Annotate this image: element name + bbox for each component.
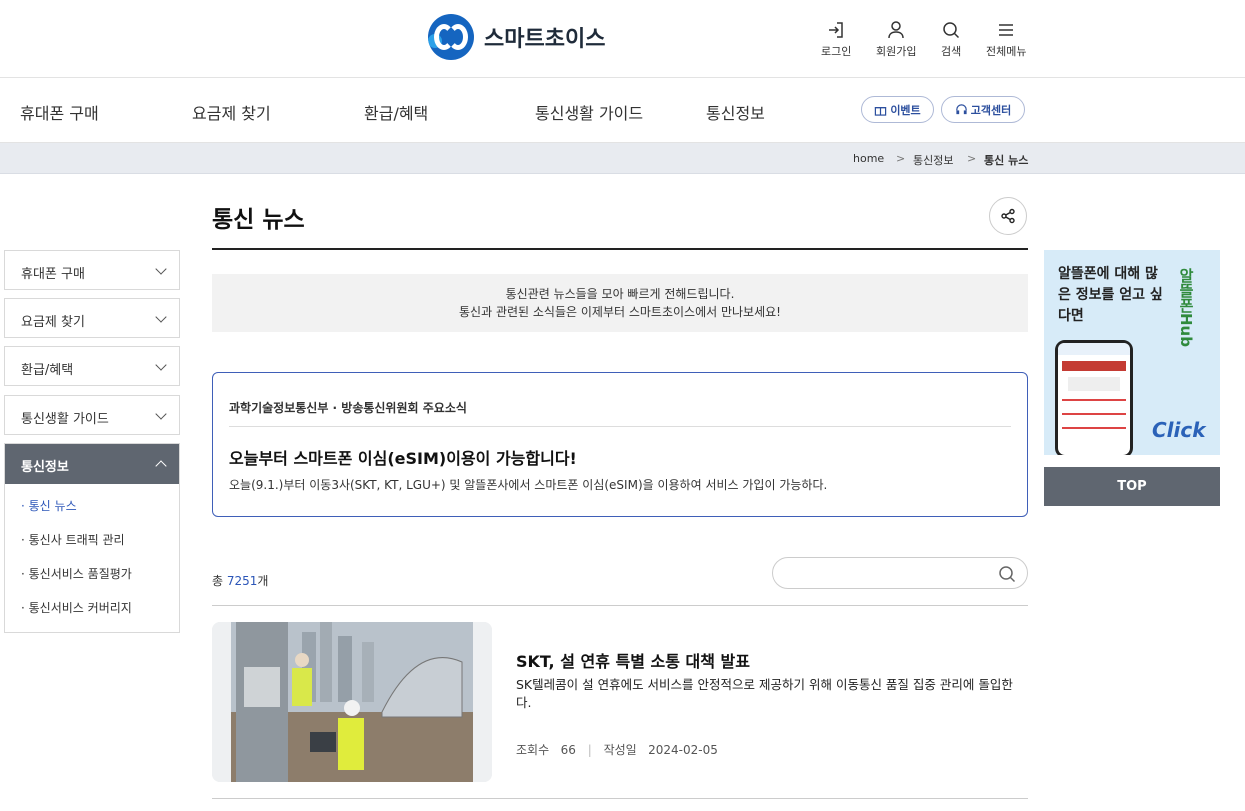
views-label: 조회수 [516,743,550,757]
notice-card[interactable]: 과학기술정보통신부 · 방송통신위원회 주요소식 오늘부터 스마트폰 이심(eS… [212,372,1028,517]
total-count: 총 7251개 [212,574,269,588]
chevron-down-icon [155,359,167,371]
gnb-item-guide[interactable]: 통신생활 가이드 [535,100,643,124]
share-button[interactable] [989,197,1027,235]
logo-mark-icon [428,14,474,60]
sidebar-item-guide[interactable]: 통신생활 가이드 [4,395,180,435]
sidebar-item-label: 휴대폰 구매 [21,267,85,282]
all-menu-label: 전체메뉴 [986,45,1027,58]
chevron-up-icon [155,460,167,472]
breadcrumb-current: 통신 뉴스 [984,154,1029,167]
search-input[interactable] [772,557,1028,589]
chevron-down-icon [155,311,167,323]
sidebar-item-label: 통신정보 [21,460,69,475]
breadcrumb-info[interactable]: 통신정보 [913,152,953,168]
signup-link[interactable]: 회원가입 [876,20,916,59]
global-nav: 휴대폰 구매 요금제 찾기 환급/혜택 통신생활 가이드 통신정보 이벤트 고객… [0,78,1245,143]
phone-illustration-icon [1055,340,1133,455]
article-date: 2024-02-05 [648,743,718,757]
search-label: 검색 [941,45,962,58]
page-title: 통신 뉴스 [212,207,305,233]
breadcrumb: home > 통신정보 > 통신 뉴스 [0,143,1245,174]
sidebar-sub-news[interactable]: · 통신 뉴스 [21,497,77,514]
chevron-down-icon [155,408,167,420]
user-icon [888,21,904,39]
banner-text: 알뜰폰에 대해 많은 정보를 얻고 싶다면 [1058,266,1163,324]
sidebar-item-phone[interactable]: 휴대폰 구매 [4,250,180,290]
event-button[interactable]: 이벤트 [861,96,934,123]
notice-headline: 오늘부터 스마트폰 이심(eSIM)이용이 가능합니다! [229,449,577,468]
article-desc: SK텔레콤이 설 연휴에도 서비스를 안정적으로 제공하기 위해 이동통신 품질… [516,677,1013,710]
all-menu-link[interactable]: 전체메뉴 [986,20,1026,59]
mvno-hub-banner[interactable]: 알뜰폰에 대해 많은 정보를 얻고 싶다면 알뜰폰Hub Click [1044,250,1220,455]
sidebar-item-plan[interactable]: 요금제 찾기 [4,298,180,338]
top-button[interactable]: TOP [1044,467,1220,506]
logo-text: 스마트초이스 [484,27,606,52]
signup-label: 회원가입 [876,45,917,58]
search-icon [943,22,960,39]
login-link[interactable]: 로그인 [821,20,851,59]
views-count: 66 [560,743,576,757]
article-photo-image [212,622,492,782]
breadcrumb-home[interactable]: home [853,152,884,165]
headset-icon [956,104,967,115]
chevron-down-icon [155,263,167,275]
sidebar-item-label: 통신생활 가이드 [21,412,109,427]
article-title[interactable]: SKT, 설 연휴 특별 소통 대책 발표 [516,648,750,672]
gnb-item-phone[interactable]: 휴대폰 구매 [20,100,99,124]
search-icon[interactable] [997,564,1017,584]
intro-line: 통신관련 뉴스들을 모아 빠르게 전해드립니다. [505,287,735,301]
gnb-item-plan[interactable]: 요금제 찾기 [192,100,271,124]
intro-box: 통신관련 뉴스들을 모아 빠르게 전해드립니다. 통신과 관련된 소식들은 이제… [212,274,1028,332]
notice-org: 과학기술정보통신부 · 방송통신위원회 주요소식 [229,401,467,415]
gnb-item-refund[interactable]: 환급/혜택 [364,100,428,124]
site-logo[interactable]: 스마트초이스 [428,14,605,60]
total-count-number: 7251 [226,574,258,588]
article-meta: 조회수 66 | 작성일 2024-02-05 [516,743,718,757]
article-thumbnail[interactable] [212,622,492,782]
customer-center-button[interactable]: 고객센터 [941,96,1025,123]
sidebar-item-refund[interactable]: 환급/혜택 [4,346,180,386]
list-divider [212,605,1028,606]
sidebar-item-label: 요금제 찾기 [21,315,85,330]
sidebar-item-info[interactable]: 통신정보 [5,444,179,484]
login-icon [829,22,843,38]
menu-icon [999,24,1014,36]
sidebar-sub-traffic[interactable]: · 통신사 트래픽 관리 [21,531,125,548]
banner-click-text: Click [1152,418,1206,442]
sidebar-item-info-expanded: 통신정보 · 통신 뉴스 · 통신사 트래픽 관리 · 통신서비스 품질평가 ·… [4,443,180,633]
sidebar-sub-quality[interactable]: · 통신서비스 품질평가 [21,565,132,582]
sidebar-item-label: 환급/혜택 [21,363,74,378]
gift-icon [875,107,887,116]
breadcrumb-separator-icon: > [967,152,977,165]
share-icon [1001,208,1015,224]
breadcrumb-separator-icon: > [896,152,906,165]
banner-brand: 알뜰폰Hub [1177,268,1195,347]
title-divider [212,248,1028,250]
date-label: 작성일 [603,743,637,757]
list-divider [212,798,1028,799]
notice-divider [229,426,1011,427]
login-label: 로그인 [821,45,852,58]
customer-center-label: 고객센터 [970,103,1012,117]
notice-body: 오늘(9.1.)부터 이동3사(SKT, KT, LGU+) 및 알뜰폰사에서 … [229,478,828,492]
search-link[interactable]: 검색 [941,20,961,59]
intro-line: 통신과 관련된 소식들은 이제부터 스마트초이스에서 만나보세요! [459,305,781,319]
event-label: 이벤트 [890,103,921,117]
gnb-item-info[interactable]: 통신정보 [706,100,765,124]
sidebar-sub-coverage[interactable]: · 통신서비스 커버리지 [21,599,132,616]
site-header: 스마트초이스 로그인 회원가입 검색 전체메뉴 [0,0,1245,78]
